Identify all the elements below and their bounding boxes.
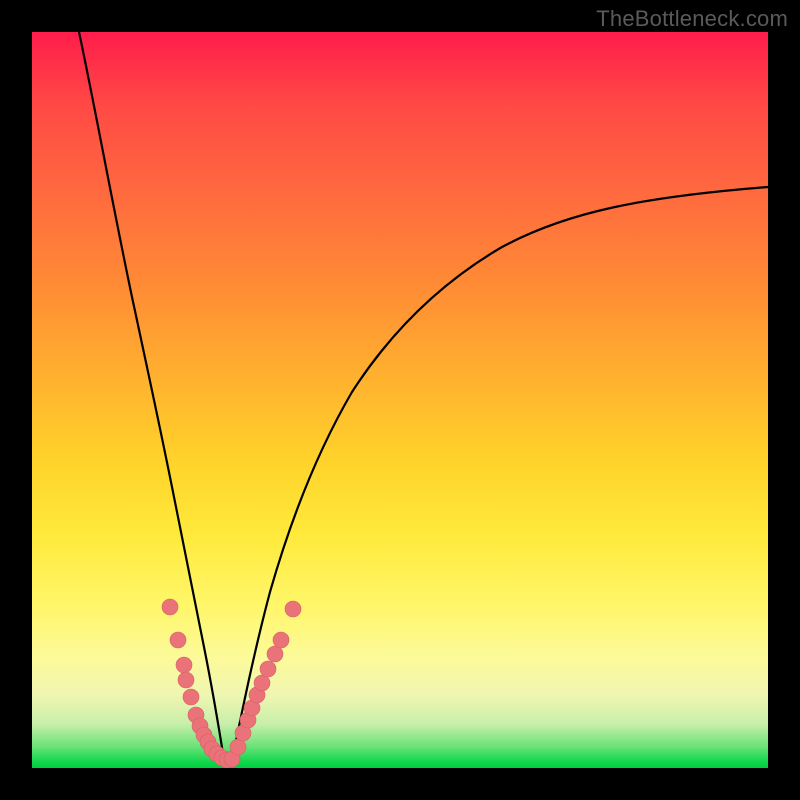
- watermark-text: TheBottleneck.com: [596, 6, 788, 32]
- plot-area: [32, 32, 768, 768]
- curve-left-branch: [79, 32, 224, 760]
- chart-frame: TheBottleneck.com: [0, 0, 800, 800]
- curve-layer: [32, 32, 768, 768]
- data-markers: [162, 599, 301, 768]
- curve-right-branch: [232, 187, 768, 760]
